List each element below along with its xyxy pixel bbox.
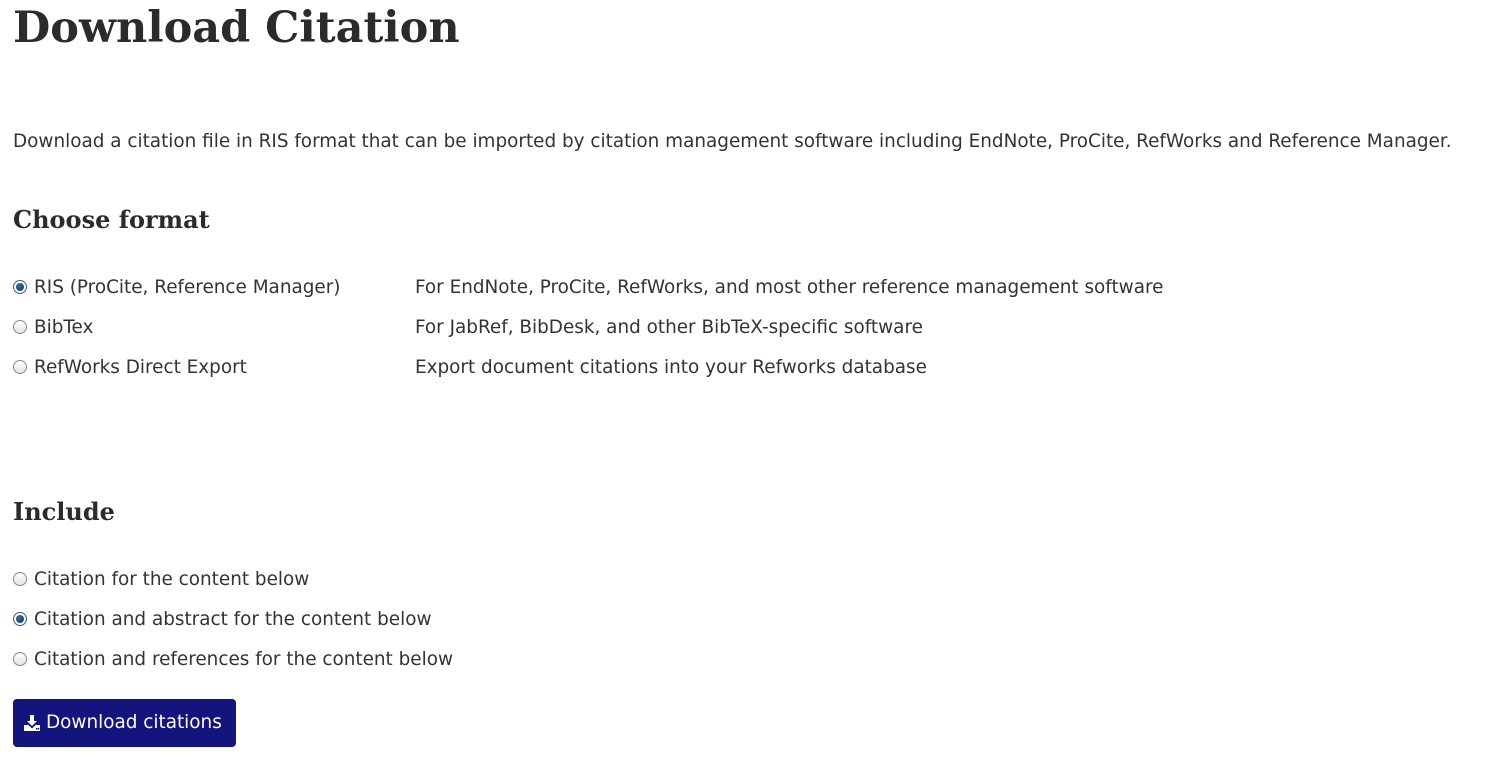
download-citations-button[interactable]: Download citations [13, 699, 236, 747]
choose-format-heading: Choose format [13, 205, 210, 234]
format-option-description: For EndNote, ProCite, RefWorks, and most… [415, 277, 1164, 298]
include-option-label: Citation and abstract for the content be… [34, 609, 432, 630]
format-option-label: RIS (ProCite, Reference Manager) [34, 277, 341, 298]
include-option-citation[interactable]: Citation for the content below [13, 567, 1413, 593]
format-radio-refworks[interactable] [13, 360, 27, 374]
page-title: Download Citation [13, 3, 460, 53]
format-option-bibtex[interactable]: BibTex For JabRef, BibDesk, and other Bi… [13, 315, 1413, 341]
include-radio-citation-abstract[interactable] [13, 612, 27, 626]
format-option-description: Export document citations into your Refw… [415, 357, 927, 378]
download-button-label: Download citations [46, 712, 222, 733]
format-option-label: BibTex [34, 317, 94, 338]
include-option-label: Citation and references for the content … [34, 649, 453, 670]
intro-text: Download a citation file in RIS format t… [13, 131, 1452, 152]
include-option-citation-references[interactable]: Citation and references for the content … [13, 647, 1413, 673]
format-option-label: RefWorks Direct Export [34, 357, 247, 378]
format-option-refworks[interactable]: RefWorks Direct Export Export document c… [13, 355, 1413, 381]
include-option-label: Citation for the content below [34, 569, 310, 590]
format-option-ris[interactable]: RIS (ProCite, Reference Manager) For End… [13, 275, 1413, 301]
download-icon [24, 715, 40, 731]
format-radio-bibtex[interactable] [13, 320, 27, 334]
format-option-description: For JabRef, BibDesk, and other BibTeX-sp… [415, 317, 923, 338]
include-radio-citation[interactable] [13, 572, 27, 586]
include-heading: Include [13, 497, 115, 526]
include-radio-citation-references[interactable] [13, 652, 27, 666]
format-radio-ris[interactable] [13, 280, 27, 294]
include-option-citation-abstract[interactable]: Citation and abstract for the content be… [13, 607, 1413, 633]
